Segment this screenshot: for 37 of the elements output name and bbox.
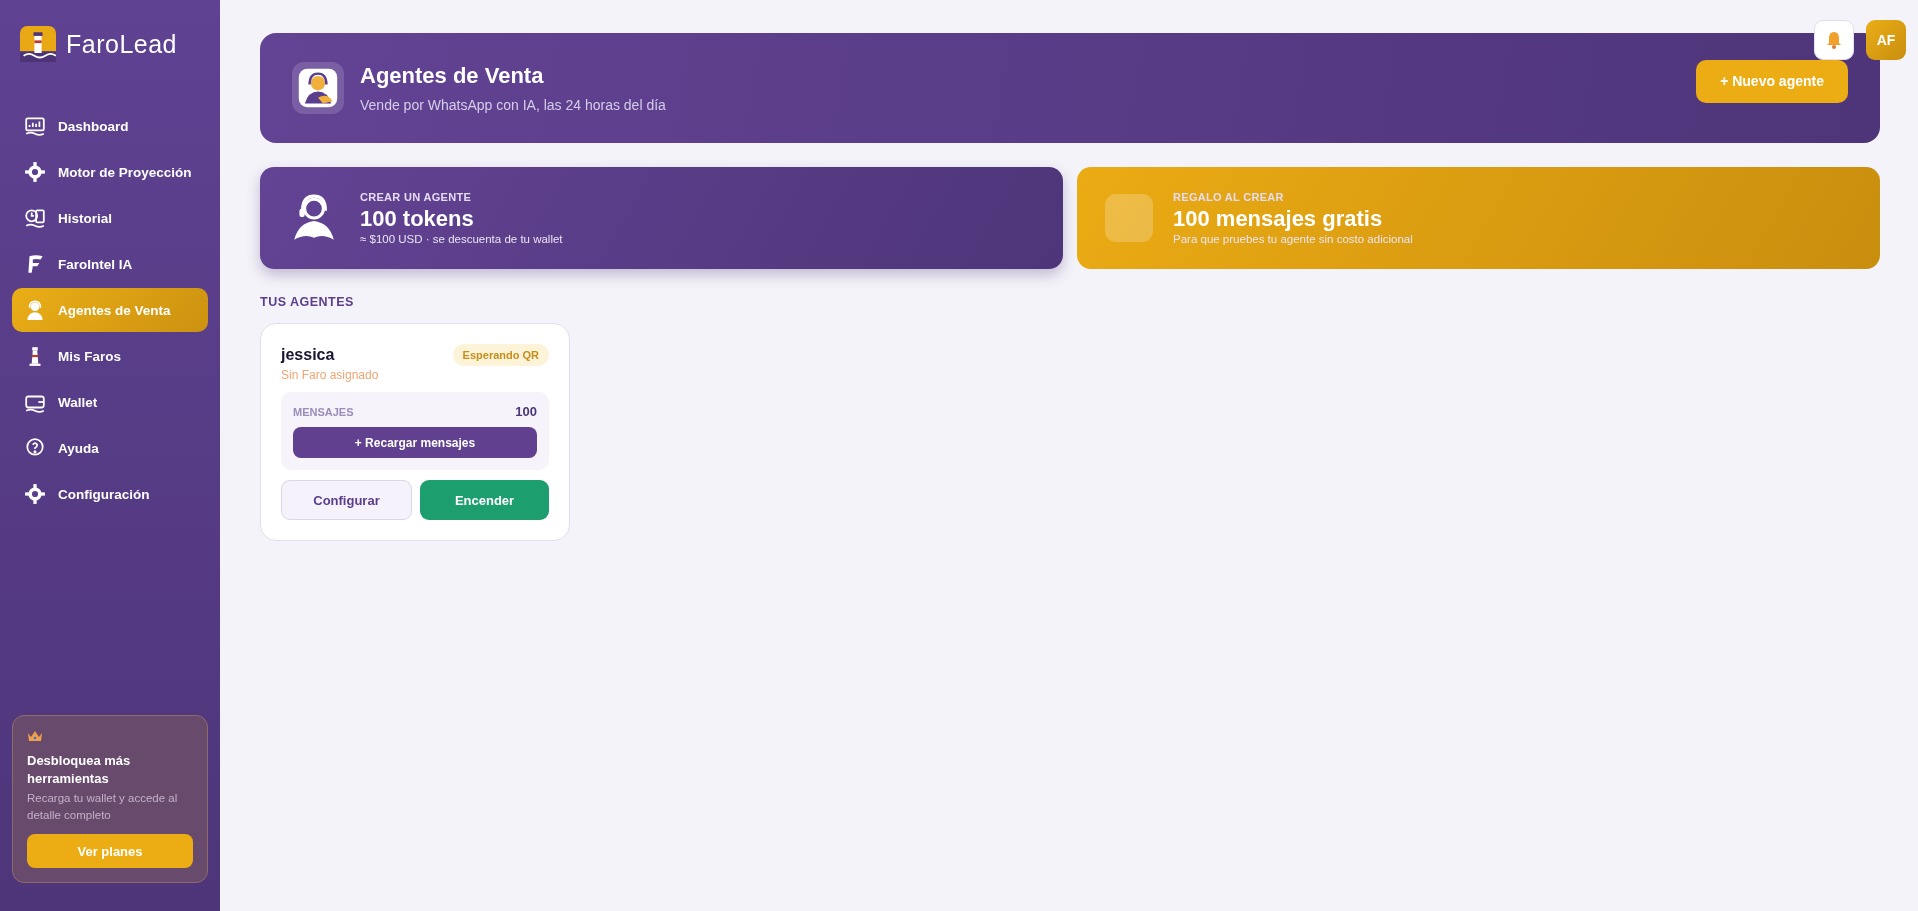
stat-label: REGALO AL CREAR [1173, 191, 1285, 203]
page-subtitle: Vende por WhatsApp con IA, las 24 horas del día [360, 97, 667, 113]
upgrade-title: Desbloquea más herramientas [27, 752, 132, 788]
stat-note: ≈ $100 USD · se descuenta de tu wallet [360, 233, 563, 245]
messages-count: 100 [515, 404, 537, 419]
section-heading: TUS AGENTES [260, 295, 355, 309]
recharge-button[interactable]: + Recargar mensajes [293, 427, 537, 458]
headset-person-icon [24, 299, 46, 321]
crown-icon [27, 730, 43, 742]
icon-tile [1105, 194, 1153, 242]
gear-icon [24, 161, 46, 183]
nav-item[interactable]: Ayuda [12, 426, 208, 470]
stat-value: 100 mensajes gratis [1173, 206, 1384, 232]
status-badge: Esperando QR [452, 344, 549, 366]
gear-icon [24, 483, 46, 505]
nav-item[interactable]: Configuración [12, 472, 208, 516]
lighthouse-logo-icon [20, 26, 56, 62]
clock-document-icon [24, 207, 46, 229]
nav-item[interactable]: Motor de Proyección [12, 150, 208, 194]
notifications-button[interactable] [1814, 20, 1854, 60]
configure-button[interactable]: Configurar [281, 480, 412, 520]
agent-app-icon [292, 62, 344, 114]
stat-label: CREAR UN AGENTE [360, 191, 473, 203]
agent-name: jessica [281, 346, 335, 364]
upgrade-text: Recarga tu wallet y accede al detalle completo [27, 791, 179, 823]
nav-item[interactable]: Historial [12, 196, 208, 240]
nav-item[interactable]: Mis Faros [12, 334, 208, 378]
page-title: Agentes de Venta [360, 63, 545, 89]
brand-name: FaroLead [66, 29, 178, 59]
nav-item[interactable]: Dashboard [12, 104, 208, 148]
nav-item[interactable]: FaroIntel IA [12, 242, 208, 286]
stat-value: 100 tokens [360, 206, 475, 232]
chart-screen-icon [24, 115, 46, 137]
nav-item[interactable]: Wallet [12, 380, 208, 424]
stat-note: Para que pruebes tu agente sin costo adicional [1173, 233, 1413, 245]
faro-status: Sin Faro asignado [281, 368, 380, 382]
messages-label: MENSAJES [293, 405, 354, 418]
